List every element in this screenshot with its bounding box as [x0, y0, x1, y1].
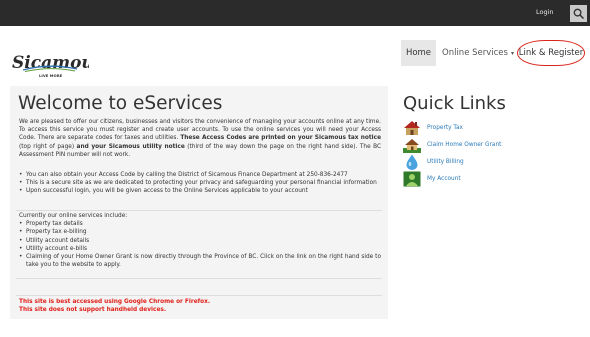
quick-link-label: My Account	[427, 176, 461, 182]
divider	[16, 295, 382, 296]
warning-line-1: This site is best accessed using Google …	[19, 299, 211, 305]
list-item: Property tax e-billing	[19, 228, 381, 236]
intro-bold-1: These Access Codes are printed on your S…	[180, 135, 382, 142]
intro-text-3: (third of the way down the page on the r…	[19, 143, 382, 158]
water-drop-icon	[403, 154, 421, 170]
quick-link-property-tax[interactable]: Property Tax	[403, 120, 463, 136]
quick-link-utility-billing[interactable]: Utility Billing	[403, 154, 464, 170]
account-icon	[403, 171, 421, 187]
nav-home-label: Home	[405, 48, 432, 58]
info-bullets: You can also obtain your Access Code by …	[19, 171, 381, 196]
quick-link-label: Claim Home Owner Grant	[427, 142, 502, 148]
list-item: Utility account e-bills	[19, 245, 381, 253]
top-bar: Login	[0, 0, 590, 26]
intro-bold-2: and your Sicamous utility notice	[76, 143, 185, 150]
warning-line-2: This site does not support handheld devi…	[19, 307, 167, 314]
list-item: Upon successful login, you will be given…	[19, 187, 381, 195]
search-icon	[573, 8, 584, 19]
divider	[16, 278, 382, 279]
quick-link-my-account[interactable]: My Account	[403, 171, 461, 187]
intro-text-2: (top right of page)	[19, 143, 75, 150]
quick-links-title: Quick Links	[403, 93, 506, 114]
list-item: You can also obtain your Access Code by …	[19, 171, 381, 179]
services-intro: Currently our online services include:	[19, 213, 128, 219]
divider	[16, 210, 382, 211]
home-grant-icon	[403, 137, 421, 153]
services-list: Currently our online services include: P…	[19, 212, 381, 269]
list-item: This is a secure site as we are dedicate…	[19, 179, 381, 187]
house-icon	[403, 120, 421, 136]
browser-warning: This site is best accessed using Google …	[19, 298, 210, 315]
list-item: Claiming of your Home Owner Grant is now…	[19, 253, 381, 269]
nav-link-register-label: Link & Register	[518, 48, 584, 58]
caret-down-icon: ▾	[510, 49, 514, 57]
nav-link-register[interactable]: Link & Register	[517, 40, 585, 66]
list-item: Property tax details	[19, 220, 381, 228]
intro-paragraph: We are pleased to offer our citizens, bu…	[19, 118, 381, 159]
nav-online-services[interactable]: Online Services ▾	[438, 40, 518, 66]
nav-home[interactable]: Home	[401, 40, 436, 66]
page-title: Welcome to eServices	[18, 93, 223, 114]
quick-link-label: Property Tax	[427, 125, 463, 131]
list-item: Utility account details	[19, 237, 381, 245]
sicamous-logo[interactable]: Sicamous LIVE MORE	[11, 50, 89, 78]
login-link[interactable]: Login	[536, 8, 554, 16]
quick-link-label: Utility Billing	[427, 159, 464, 165]
quick-link-home-owner-grant[interactable]: Claim Home Owner Grant	[403, 137, 501, 153]
search-button[interactable]	[570, 5, 587, 22]
brand-tagline: LIVE MORE	[39, 73, 63, 78]
nav-online-services-label: Online Services	[442, 48, 508, 58]
